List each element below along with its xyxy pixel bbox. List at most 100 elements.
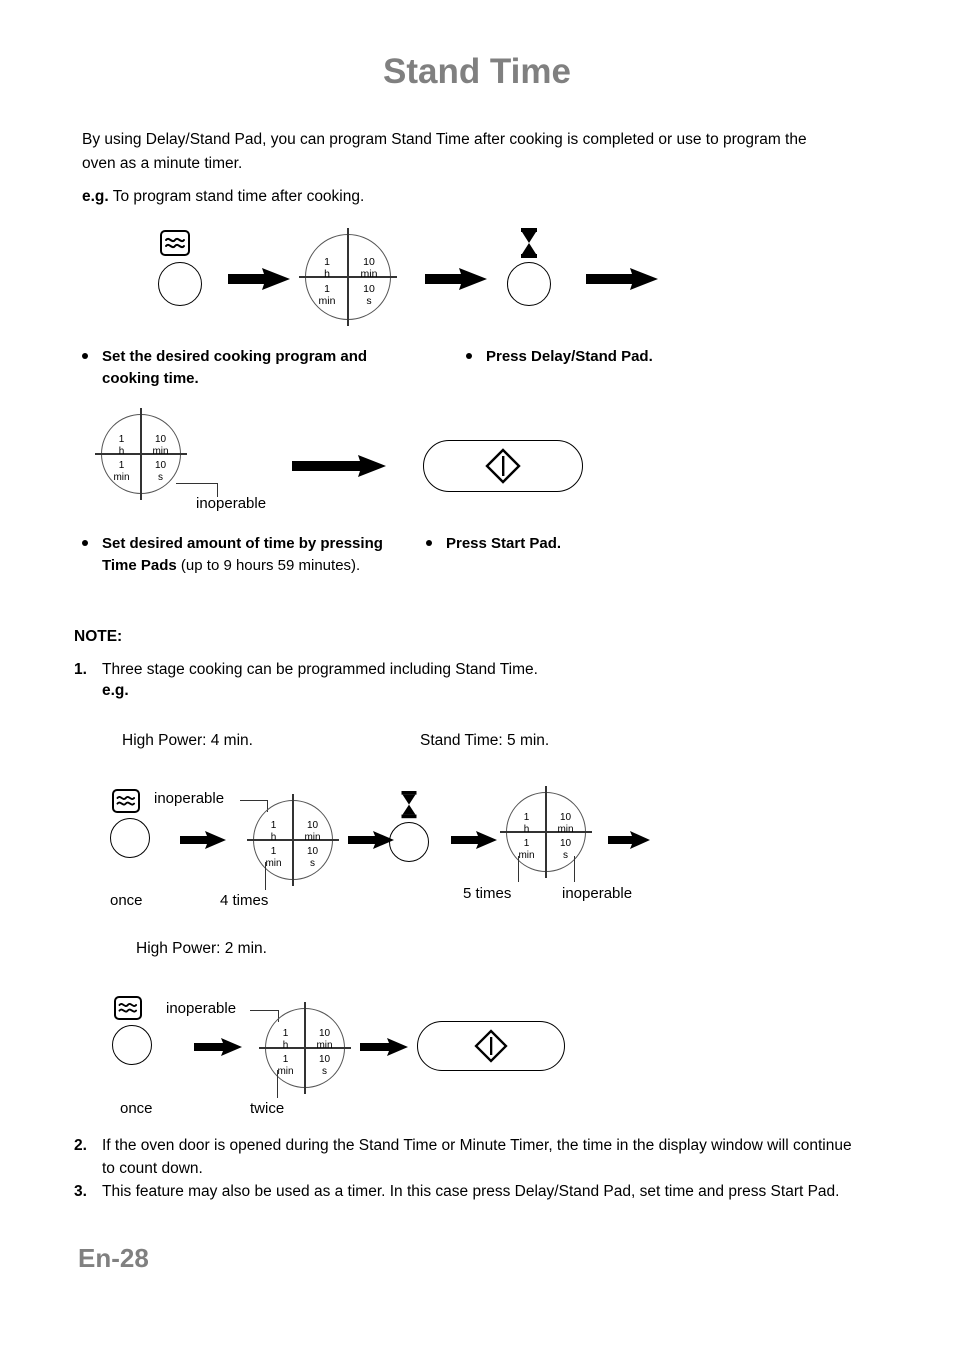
bullet-step-4-text: Press Start Pad. [446, 535, 562, 552]
pad-circle [507, 262, 551, 306]
right-arrow-icon [180, 829, 226, 851]
timepad-q2-unit: min [316, 1040, 333, 1051]
timepad-q3-num: 1 [282, 1054, 289, 1065]
hourglass-icon [399, 791, 419, 819]
eg-prefix: e.g. [82, 188, 109, 205]
timepad-q3-unit: min [265, 858, 282, 869]
timepad-q1-unit: h [523, 824, 530, 835]
timepad-q1-num: 1 [523, 812, 530, 823]
right-arrow-icon [348, 829, 394, 851]
right-arrow-icon [451, 829, 497, 851]
pad-circle [110, 818, 150, 858]
right-arrow-icon [292, 453, 386, 479]
pad-circle [389, 822, 429, 862]
note-item-2: 2. If the oven door is opened during the… [74, 1134, 864, 1180]
bullet-step-3-text: Set desired amount of time by pressing T… [102, 533, 412, 577]
timepad-q4-num: 10 [363, 283, 375, 295]
timepad-q2-num: 10 [318, 1028, 331, 1039]
leader-line-v [574, 856, 576, 882]
start-pad-1 [423, 440, 583, 492]
bullet-dot [82, 540, 88, 546]
timepad-q1-num: 1 [270, 820, 277, 831]
timepad-q4-num: 10 [559, 838, 572, 849]
timepad-q1-unit: h [118, 446, 125, 457]
bullet-step-3-rest: (up to 9 hours 59 minutes). [176, 557, 361, 574]
note-item-1-eg: e.g. [102, 682, 129, 699]
timepad-q3-num: 1 [118, 460, 125, 471]
leader-line-h [176, 483, 218, 485]
inoperable-label-1: inoperable [196, 495, 267, 512]
bullet-step-4: Press Start Pad. [426, 533, 666, 555]
timepad-q1-num: 1 [324, 256, 330, 268]
four-times-label: 4 times [220, 892, 269, 909]
note-item-2-text: If the oven door is opened during the St… [102, 1137, 852, 1177]
stage-label-2: Stand Time: 5 min. [420, 732, 550, 749]
timepad-q3-unit: min [518, 850, 535, 861]
leader-line-v [265, 862, 267, 890]
bullet-step-2-text: Press Delay/Stand Pad. [486, 348, 653, 365]
hourglass-icon [518, 228, 540, 258]
right-arrow-icon [425, 266, 487, 292]
bullet-step-1-text: Set the desired cooking program and cook… [102, 348, 368, 387]
timepad-q4-unit: s [563, 850, 568, 861]
timepad-q3-unit: min [113, 472, 130, 483]
timepad-q1-num: 1 [118, 434, 125, 445]
microwave-wave-icon [112, 789, 140, 813]
right-arrow-icon [586, 266, 658, 292]
inoperable-label-4: inoperable [166, 1000, 237, 1017]
stage-label-1: High Power: 4 min. [122, 732, 253, 749]
bullet-step-3: Set desired amount of time by pressing T… [82, 533, 412, 577]
note-item-3: 3. This feature may also be used as a ti… [74, 1180, 864, 1203]
leader-line-v [277, 1070, 279, 1098]
right-arrow-icon [608, 829, 650, 851]
bullet-step-1: Set the desired cooking program and cook… [82, 346, 422, 390]
time-pad-2: 1 h 10 min 1 min 10 s [95, 408, 187, 500]
timepad-q2-num: 10 [363, 256, 375, 268]
timepad-q4-unit: s [158, 472, 163, 483]
start-diamond-icon [484, 447, 522, 485]
note-item-1-number: 1. [74, 661, 87, 678]
timepad-q2-unit: min [304, 832, 321, 843]
right-arrow-icon [194, 1036, 242, 1058]
timepad-q1-num: 1 [282, 1028, 289, 1039]
microwave-wave-icon [114, 996, 142, 1020]
timepad-q4-num: 10 [154, 460, 167, 471]
bullet-step-2: Press Delay/Stand Pad. [466, 346, 686, 368]
note-item-1-text: Three stage cooking can be programmed in… [102, 661, 538, 678]
page-number: En-28 [78, 1243, 149, 1273]
timepad-q1-unit: h [324, 268, 330, 280]
timepad-q3-unit: min [277, 1066, 294, 1077]
timepad-q2-unit: min [360, 268, 378, 280]
note-item-1: 1. Three stage cooking can be programmed… [74, 658, 854, 681]
start-pad-2 [417, 1021, 565, 1071]
intro-paragraph: By using Delay/Stand Pad, you can progra… [82, 131, 807, 172]
time-pad-1: 1 h 10 min 1 min 10 s [299, 228, 397, 326]
timepad-q4-unit: s [366, 295, 372, 307]
timepad-q3-num: 1 [270, 846, 277, 857]
bullet-dot [82, 353, 88, 359]
timepad-q4-unit: s [310, 858, 315, 869]
right-arrow-icon [228, 266, 290, 292]
bullet-dot [466, 353, 472, 359]
timepad-q3-num: 1 [324, 283, 330, 295]
timepad-q3-unit: min [318, 295, 336, 307]
timepad-q3-num: 1 [523, 838, 530, 849]
timepad-q4-num: 10 [318, 1054, 331, 1065]
timepad-q2-num: 10 [306, 820, 319, 831]
leader-line-v [518, 856, 520, 882]
bullet-dot [426, 540, 432, 546]
timepad-q2-num: 10 [154, 434, 167, 445]
inoperable-label-3: inoperable [562, 885, 633, 902]
pad-circle [112, 1025, 152, 1065]
note-item-2-number: 2. [74, 1137, 87, 1154]
note-item-3-text: This feature may also be used as a timer… [102, 1183, 840, 1200]
timepad-q2-unit: min [557, 824, 574, 835]
document-page: Stand Time By using Delay/Stand Pad, you… [0, 0, 954, 1351]
five-times-label: 5 times [463, 885, 512, 902]
eg-line: e.g. To program stand time after cooking… [82, 186, 364, 208]
eg-text: To program stand time after cooking. [108, 188, 365, 205]
timepad-q1-unit: h [270, 832, 277, 843]
pad-circle [158, 262, 202, 306]
inoperable-label-2: inoperable [154, 790, 225, 807]
timepad-q1-unit: h [282, 1040, 289, 1051]
